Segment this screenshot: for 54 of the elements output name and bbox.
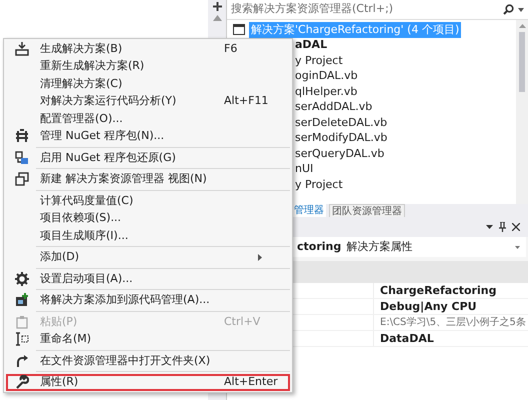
- property-value: Debug|Any CPU: [379, 299, 477, 314]
- plus-icon[interactable]: [212, 2, 222, 11]
- menu-item[interactable]: 清理解决方案(C): [6, 75, 290, 92]
- tree-item[interactable]: oginDAL.vb: [295, 68, 358, 84]
- restore-icon: [15, 150, 29, 165]
- tree-item[interactable]: serQueryDAL.vb: [295, 146, 384, 162]
- menu-item[interactable]: 对解决方案运行代码分析(Y) Alt+F11: [6, 92, 290, 110]
- gear-icon: [15, 272, 29, 286]
- close-icon[interactable]: [512, 223, 520, 231]
- menu-item[interactable]: 生成解决方案(B) F6: [6, 40, 290, 58]
- clipboard-icon: [15, 314, 29, 329]
- menu-item[interactable]: 项目依赖项(S)...: [6, 210, 290, 227]
- menu-item[interactable]: 设置启动项目(A)...: [6, 270, 290, 288]
- package-icon: [15, 129, 29, 144]
- wrench-icon: [15, 375, 29, 390]
- scrollbar[interactable]: [516, 20, 528, 204]
- search-field[interactable]: 搜索解决方案资源管理器(Ctrl+;): [231, 1, 503, 18]
- object-type: 解决方案属性: [346, 238, 414, 255]
- tree-item[interactable]: serAddDAL.vb: [295, 100, 372, 115]
- add-to-source-control-icon: [15, 293, 29, 308]
- dropdown-caret-icon[interactable]: [486, 225, 493, 229]
- dropdown-caret-icon: [515, 246, 520, 248]
- tree-item[interactable]: aDAL: [295, 38, 328, 53]
- menu-item[interactable]: 将解决方案添加到源代码管理(A)...: [6, 292, 290, 309]
- panel-tab[interactable]: 管理器: [292, 204, 326, 217]
- tree-item[interactable]: nUI: [295, 162, 314, 177]
- build-icon: [15, 42, 29, 56]
- redo-arrow-icon: [15, 354, 29, 368]
- tree-item[interactable]: serModifyDAL.vb: [295, 130, 388, 146]
- object-name: ctoring: [297, 238, 342, 255]
- menu-item[interactable]: 新建 解决方案资源管理器 视图(N): [6, 170, 290, 188]
- tree-item[interactable]: y Project: [295, 53, 343, 68]
- windows-icon: [15, 172, 29, 186]
- tree-item[interactable]: qlHelper.vb: [295, 84, 358, 100]
- menu-item[interactable]: 重命名(M): [6, 330, 290, 348]
- panel-tab[interactable]: 团队资源管理器: [329, 204, 405, 217]
- property-value: DataDAL: [379, 331, 434, 346]
- tree-item[interactable]: y Project: [295, 177, 343, 192]
- dropdown-caret-icon[interactable]: [518, 8, 524, 12]
- tree-item[interactable]: serDeleteDAL.vb: [295, 115, 388, 130]
- property-value: ChargeRefactoring: [379, 283, 496, 298]
- submenu-arrow-icon: [258, 254, 262, 261]
- menu-item[interactable]: 重新生成解决方案(R): [6, 58, 290, 75]
- menu-item[interactable]: 在文件资源管理器中打开文件夹(X): [6, 352, 290, 370]
- menu-item[interactable]: 计算代码度量值(C): [6, 192, 290, 210]
- menu-item[interactable]: 属性(R) Alt+Enter: [6, 374, 290, 391]
- solution-icon: [233, 24, 245, 36]
- menu-item[interactable]: 管理 NuGet 程序包(N)...: [6, 128, 290, 145]
- menu-item[interactable]: 配置管理器(O)...: [6, 110, 290, 128]
- rename-icon: [15, 332, 29, 346]
- property-value: E:\CS学习\5、三层\小例子之5条: [379, 316, 526, 330]
- pin-icon[interactable]: [499, 222, 506, 232]
- menu-item[interactable]: 启用 NuGet 程序包还原(G): [6, 149, 290, 166]
- search-icon: [503, 4, 514, 15]
